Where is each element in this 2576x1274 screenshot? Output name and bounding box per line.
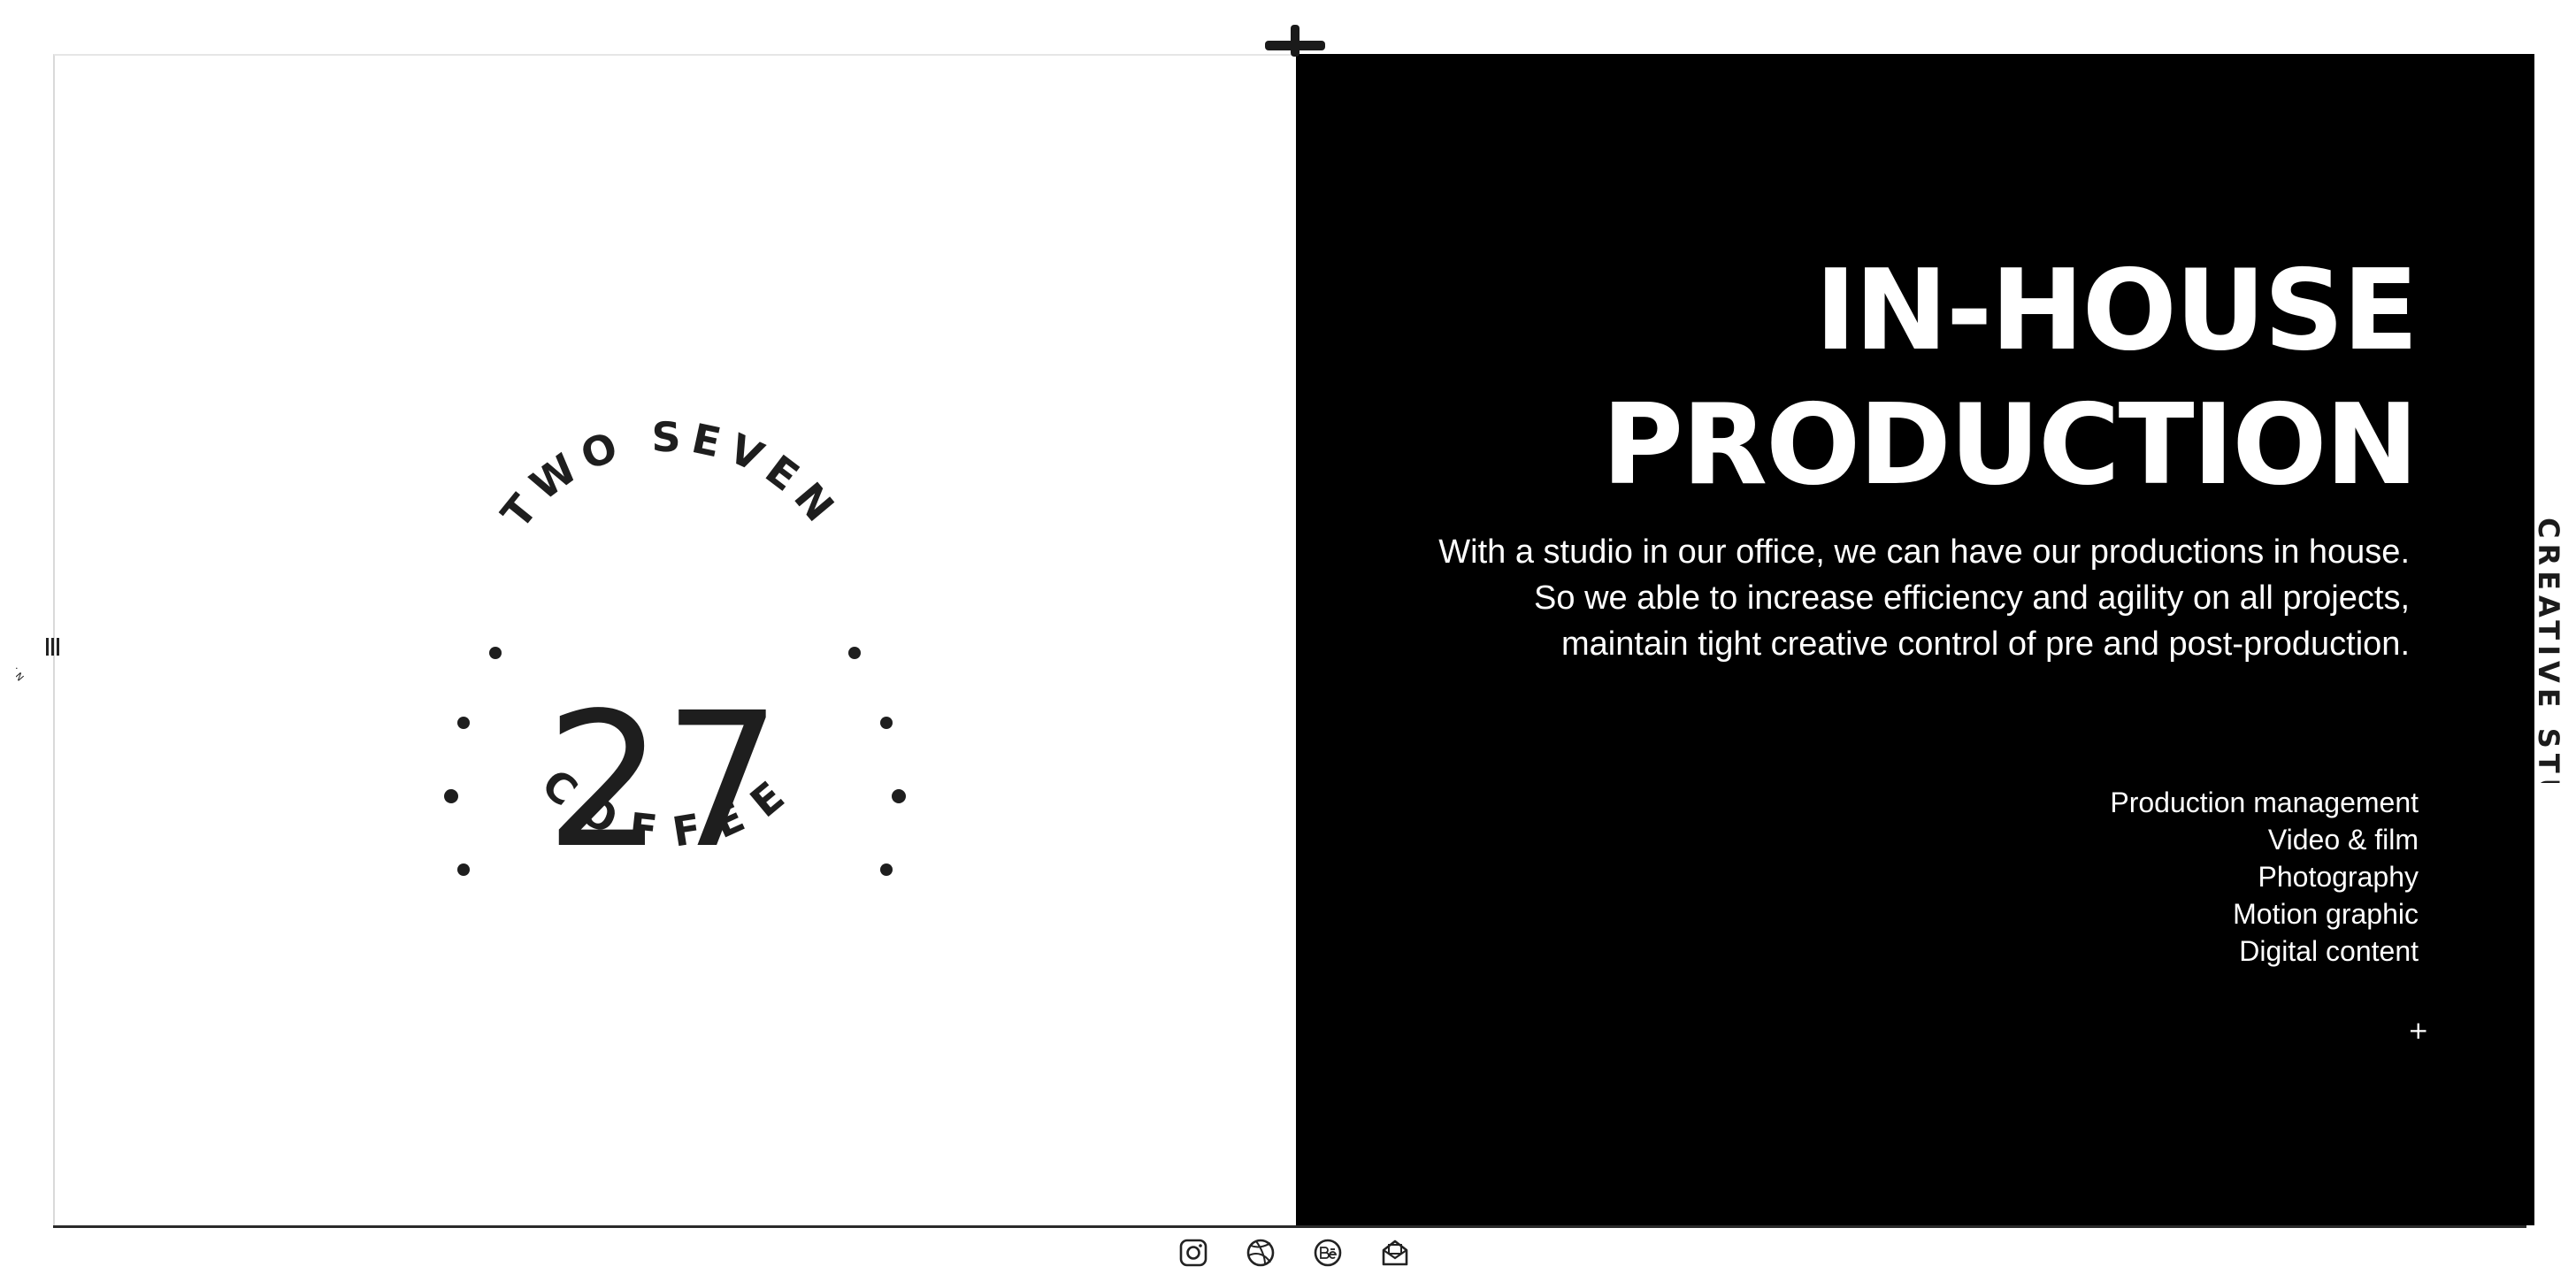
desc-line-1: With a studio in our office, we can have… [1438,533,2410,571]
bottom-rule [53,1225,2526,1228]
service-item: Digital content [2239,935,2419,967]
mail-icon[interactable] [1378,1236,1412,1270]
more-button[interactable]: + [2408,1016,2428,1045]
services-list: Production management Video & film Photo… [1976,784,2419,970]
behance-icon[interactable] [1311,1236,1345,1270]
title-line-1: IN-HOUSE [1814,245,2419,375]
page-title: IN-HOUSE PRODUCTION [1532,243,2419,512]
service-item: Video & film [2267,824,2419,856]
social-links [1177,1236,1415,1271]
hero-description: With a studio in our office, we can have… [1437,529,2410,667]
logo-top-text: TWO SEVEN [492,413,849,537]
service-item: Motion graphic [2233,898,2419,930]
service-item: Photography [2258,861,2419,893]
title-line-2: PRODUCTION [1601,380,2419,510]
nav-label-text: NAVIG [16,630,27,683]
logo-number: 27 [545,672,781,889]
dribbble-icon[interactable] [1244,1236,1277,1270]
creative-studio-side-label: CREATIVE STUDIO [2532,518,2565,783]
navigation-toggle[interactable]: NAVIG [4,606,69,686]
plus-icon[interactable] [1265,25,1325,57]
two-seven-coffee-logo: TWO SEVEN COFFEE 27 [432,394,909,943]
menu-icon [46,638,59,656]
desc-line-2: So we able to increase efficiency and ag… [1534,579,2410,617]
service-item: Production management [2110,787,2419,818]
desc-line-3: maintain tight creative control of pre a… [1561,625,2410,663]
instagram-icon[interactable] [1177,1236,1210,1270]
